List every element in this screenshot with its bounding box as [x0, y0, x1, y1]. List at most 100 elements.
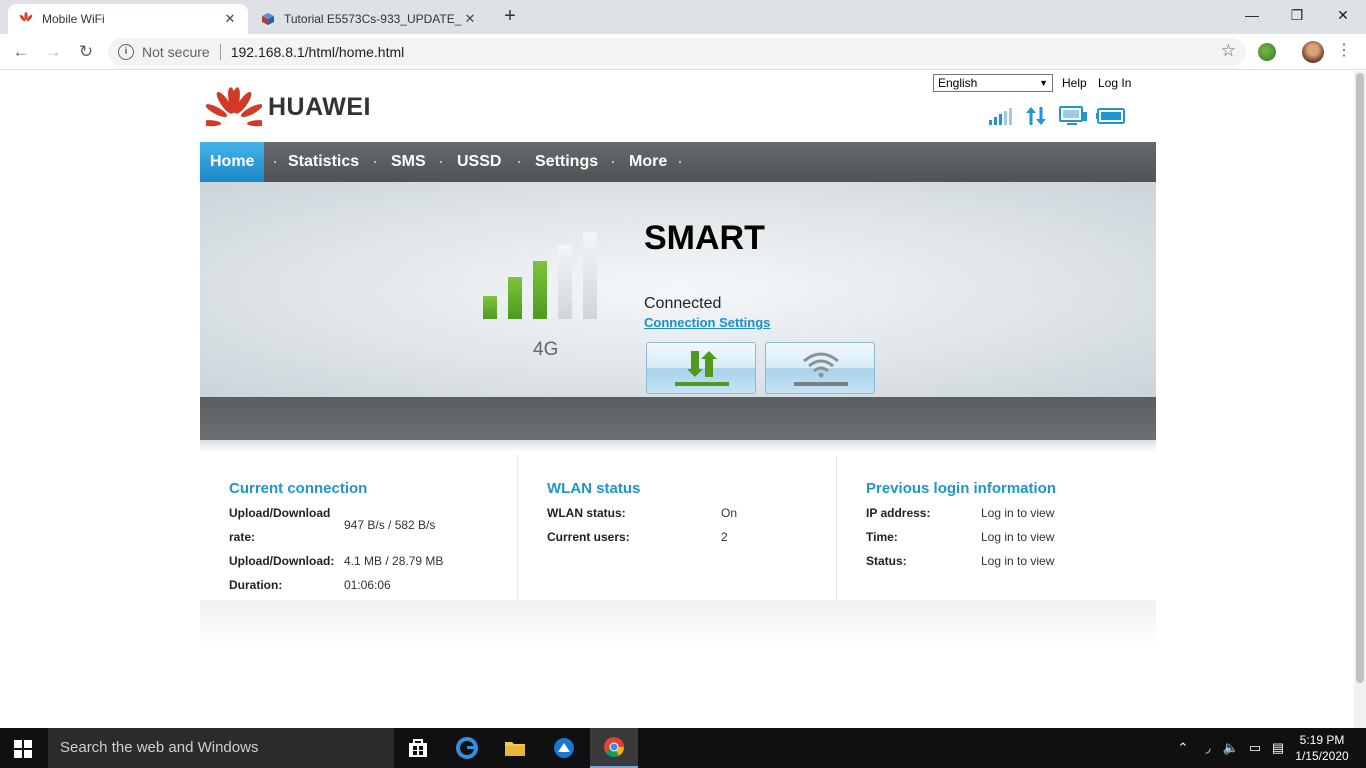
- panel-title: Current connection: [229, 480, 368, 497]
- maximize-button[interactable]: ❐: [1274, 0, 1320, 32]
- windows-start-icon[interactable]: [14, 740, 32, 758]
- current-users-label: Current users:: [547, 530, 630, 544]
- signal-bars: [483, 232, 603, 319]
- hero-band: [200, 397, 1156, 440]
- nav-ussd[interactable]: USSD: [457, 142, 501, 182]
- rate-label: Upload/Download: [229, 506, 331, 520]
- huawei-favicon-icon: [18, 11, 34, 27]
- bottom-fade: [200, 600, 1156, 650]
- signal-bar: [558, 245, 572, 319]
- data-toggle-icon: [675, 351, 729, 386]
- nav-sms[interactable]: SMS: [391, 142, 426, 182]
- login-link[interactable]: Log In: [1098, 76, 1131, 90]
- forward-arrow-icon[interactable]: →: [40, 40, 66, 64]
- tab-close-icon[interactable]: ✕: [222, 11, 238, 27]
- nav-more[interactable]: More: [629, 142, 667, 182]
- help-link[interactable]: Help: [1062, 76, 1087, 90]
- reload-icon[interactable]: ↻: [73, 40, 99, 64]
- browser-menu-icon[interactable]: ⋮: [1336, 40, 1352, 64]
- power-tray-icon[interactable]: ▭: [1245, 728, 1265, 768]
- language-select[interactable]: English ▼: [933, 74, 1053, 92]
- panel-title: Previous login information: [866, 480, 1057, 497]
- signal-bar: [508, 277, 522, 319]
- windows-taskbar: Search the web and Windows ⌃ ◞ 🔈 ▭ ▤ 5:1…: [0, 728, 1366, 768]
- language-value: English: [938, 76, 978, 90]
- nav-statistics[interactable]: Statistics: [288, 142, 359, 182]
- wlan-status-panel: WLAN status WLAN status: On Current user…: [547, 452, 835, 600]
- cube-favicon-icon: [260, 11, 276, 27]
- clock-date: 1/15/2020: [1295, 749, 1349, 763]
- extension-icon[interactable]: [1258, 43, 1276, 61]
- app-circle-icon[interactable]: [540, 728, 588, 768]
- info-icon[interactable]: i: [118, 44, 134, 60]
- page-scrollbar[interactable]: [1354, 71, 1366, 728]
- network-tray-icon[interactable]: ◞: [1198, 728, 1218, 768]
- security-indicator[interactable]: Not secure: [142, 44, 210, 60]
- bookmark-star-icon[interactable]: ☆: [1221, 41, 1236, 61]
- signal-bar: [533, 261, 547, 319]
- tray-chevron-icon[interactable]: ⌃: [1174, 728, 1192, 768]
- new-tab-button[interactable]: +: [498, 5, 522, 29]
- panel-title: WLAN status: [547, 480, 641, 497]
- nav-settings[interactable]: Settings: [535, 142, 598, 182]
- tab-close-icon[interactable]: ✕: [462, 11, 478, 27]
- taskbar-search-input[interactable]: Search the web and Windows: [48, 728, 394, 768]
- scrollbar-thumb[interactable]: [1356, 73, 1364, 683]
- status-value: Log in to view: [981, 554, 1055, 568]
- wlan-status-label: WLAN status:: [547, 506, 626, 520]
- device-status-icons: [988, 106, 1128, 126]
- brand-name: HUAWEI: [268, 92, 371, 121]
- nav-divider: [440, 161, 442, 163]
- edge-icon[interactable]: [443, 728, 491, 768]
- taskbar-clock[interactable]: 5:19 PM 1/15/2020: [1294, 732, 1350, 764]
- minimize-button[interactable]: —: [1229, 0, 1275, 32]
- nav-divider: [679, 161, 681, 163]
- tab-mobile-wifi[interactable]: Mobile WiFi ✕: [8, 4, 248, 34]
- tab-tutorial[interactable]: Tutorial E5573Cs-933_UPDATE_2 ✕: [250, 4, 488, 34]
- current-connection-panel: Current connection Upload/Download rate:…: [229, 452, 517, 600]
- wifi-toggle-button[interactable]: [765, 342, 875, 394]
- main-nav: Home Statistics SMS USSD Settings More: [200, 142, 1156, 182]
- status-label: Status:: [866, 554, 907, 568]
- nav-divider: [374, 161, 376, 163]
- rate-label-cont: rate:: [229, 530, 256, 544]
- back-arrow-icon[interactable]: ←: [8, 40, 34, 64]
- tab-title: Tutorial E5573Cs-933_UPDATE_2: [284, 12, 462, 26]
- huawei-logo: HUAWEI: [206, 86, 371, 128]
- close-window-button[interactable]: ✕: [1320, 0, 1366, 32]
- address-bar[interactable]: i Not secure 192.168.8.1/html/home.html …: [108, 38, 1246, 66]
- nav-divider: [518, 161, 520, 163]
- nav-divider: [274, 161, 276, 163]
- tab-title: Mobile WiFi: [42, 12, 105, 26]
- browser-toolbar: ← → ↻ i Not secure 192.168.8.1/html/home…: [0, 34, 1366, 70]
- url-text[interactable]: 192.168.8.1/html/home.html: [231, 44, 405, 60]
- ip-address-value: Log in to view: [981, 506, 1055, 520]
- connection-settings-link[interactable]: Connection Settings: [644, 315, 770, 330]
- nav-divider: [612, 161, 614, 163]
- divider: [219, 44, 221, 60]
- mobile-data-toggle-button[interactable]: [646, 342, 756, 394]
- file-explorer-icon[interactable]: [491, 728, 539, 768]
- notification-tray-icon[interactable]: ▤: [1268, 728, 1288, 768]
- previous-login-panel: Previous login information IP address: L…: [866, 452, 1154, 600]
- panel-divider: [517, 455, 518, 600]
- store-icon[interactable]: [394, 728, 442, 768]
- panel-divider: [836, 455, 837, 600]
- volume-tray-icon[interactable]: 🔈: [1221, 728, 1241, 768]
- hero-shadow: [200, 440, 1156, 452]
- signal-bar: [583, 232, 597, 319]
- clock-time: 5:19 PM: [1299, 733, 1345, 747]
- duration-value: 01:06:06: [344, 578, 391, 592]
- connected-device-icon: [1059, 106, 1087, 125]
- wlan-status-value: On: [721, 506, 738, 520]
- chrome-icon[interactable]: [590, 728, 638, 768]
- rate-value: 947 B/s / 582 B/s: [344, 518, 436, 532]
- volume-value: 4.1 MB / 28.79 MB: [344, 554, 444, 568]
- network-type: 4G: [533, 339, 559, 360]
- nav-home[interactable]: Home: [200, 142, 265, 182]
- dropdown-arrow-icon: ▼: [1039, 78, 1048, 88]
- volume-label: Upload/Download:: [229, 554, 335, 568]
- profile-avatar[interactable]: [1302, 41, 1324, 63]
- wifi-icon: [794, 352, 848, 386]
- browser-tabstrip: Mobile WiFi ✕ Tutorial E5573Cs-933_UPDAT…: [0, 0, 1366, 34]
